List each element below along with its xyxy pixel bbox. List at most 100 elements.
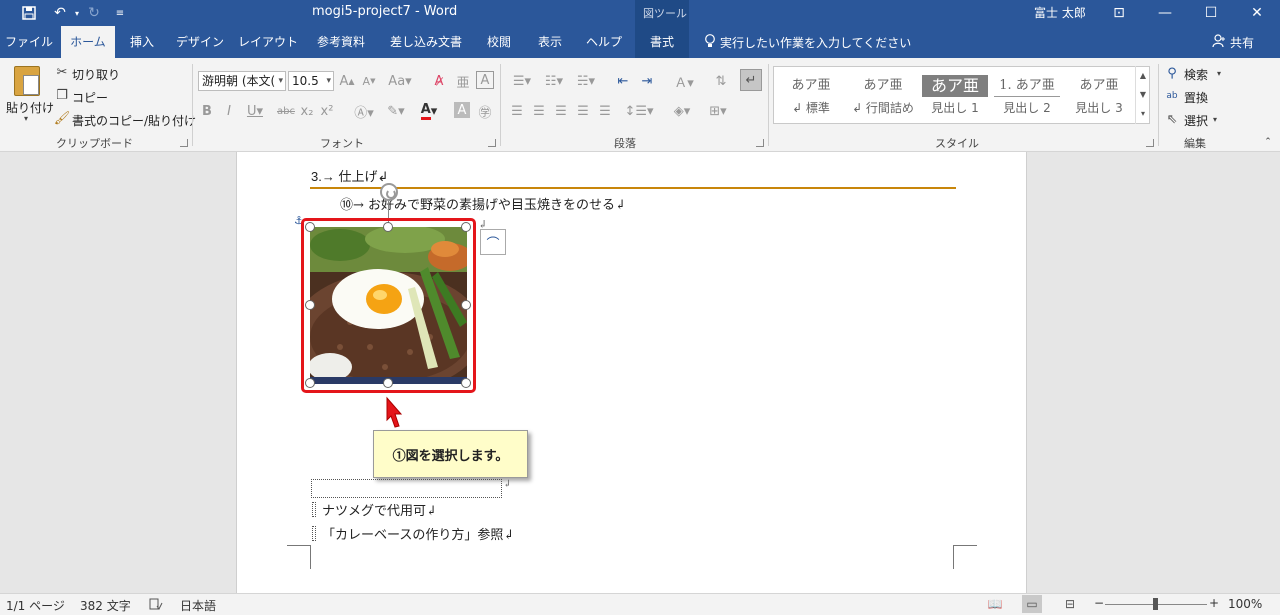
increase-indent-icon[interactable]: ⇥ <box>638 72 656 90</box>
italic-icon[interactable]: I <box>222 102 236 120</box>
superscript-icon[interactable]: x² <box>320 102 334 120</box>
undo-dropdown-icon[interactable]: ▾ <box>72 3 82 23</box>
style-normal[interactable]: あア亜 ↲ 標準 <box>778 71 844 121</box>
highlight-icon[interactable]: ✎▾ <box>382 102 410 120</box>
zoom-in-button[interactable]: + <box>1209 596 1219 610</box>
customize-qat-icon[interactable]: ≡ <box>112 3 128 23</box>
tab-help[interactable]: ヘルプ <box>578 26 630 58</box>
footnote-2[interactable]: 「カレーベースの作り方」参照↲ <box>322 524 514 543</box>
resize-handle-se[interactable] <box>461 378 471 388</box>
zoom-level[interactable]: 100% <box>1228 597 1262 611</box>
underline-icon[interactable]: U▾ <box>244 102 266 120</box>
chevron-down-icon[interactable]: ▼ <box>1136 85 1150 104</box>
share-button[interactable]: 共有 <box>1212 34 1254 51</box>
read-mode-icon[interactable]: 📖 <box>985 595 1005 613</box>
resize-handle-nw[interactable] <box>305 222 315 232</box>
align-left-icon[interactable]: ☰ <box>508 102 526 120</box>
save-icon[interactable] <box>18 3 40 23</box>
find-button[interactable]: 検索 <box>1184 66 1208 83</box>
food-photo[interactable] <box>310 227 467 384</box>
justify-icon[interactable]: ☰ <box>574 102 592 120</box>
close-button[interactable]: ✕ <box>1234 0 1280 26</box>
resize-handle-ne[interactable] <box>461 222 471 232</box>
tell-me-box[interactable]: 実行したい作業を入力してください <box>704 34 911 51</box>
character-shading-icon[interactable]: A <box>454 102 470 118</box>
clear-formatting-icon[interactable]: A̷ <box>430 72 448 90</box>
rotate-handle-icon[interactable] <box>380 183 398 201</box>
resize-handle-w[interactable] <box>305 300 315 310</box>
phonetic-guide-icon[interactable]: 亜 <box>454 72 472 91</box>
collapse-ribbon-icon[interactable]: ⌃ <box>1262 136 1274 148</box>
grow-font-icon[interactable]: A ▲ <box>338 72 356 90</box>
distributed-icon[interactable]: ☰ <box>596 102 614 120</box>
numbering-icon[interactable]: ☷▾ <box>540 72 568 90</box>
show-hide-marks-icon[interactable]: ↵ <box>740 69 762 91</box>
sort-icon[interactable]: ⇅ <box>712 72 730 90</box>
ribbon-display-options-button[interactable]: ⊡ <box>1096 0 1142 26</box>
character-border-icon[interactable]: A <box>476 71 494 89</box>
word-count[interactable]: 382 文字 <box>80 597 131 614</box>
paste-button[interactable]: 貼り付け <box>6 99 54 116</box>
styles-scroll[interactable]: ▲ ▼ ▾ <box>1135 66 1150 124</box>
redo-icon[interactable]: ↻ <box>84 3 104 23</box>
style-heading-3[interactable]: あア亜 見出し 3 <box>1066 71 1132 121</box>
chevron-up-icon[interactable]: ▲ <box>1136 66 1150 85</box>
tab-mailings[interactable]: 差し込み文書 <box>382 26 470 58</box>
enclose-characters-icon[interactable]: ㊫ <box>476 102 494 121</box>
resize-handle-e[interactable] <box>461 300 471 310</box>
minimize-button[interactable]: — <box>1142 0 1188 26</box>
footnote-1[interactable]: ナツメグで代用可↲ <box>322 500 437 519</box>
zoom-out-button[interactable]: − <box>1094 596 1104 610</box>
maximize-button[interactable]: ☐ <box>1188 0 1234 26</box>
select-dropdown-icon[interactable]: ▾ <box>1210 112 1220 126</box>
page-count[interactable]: 1/1 ページ <box>6 597 65 614</box>
find-dropdown-icon[interactable]: ▾ <box>1214 66 1224 80</box>
asian-layout-icon[interactable]: Ａ▾ <box>670 72 698 91</box>
styles-launcher-icon[interactable] <box>1146 139 1154 147</box>
shrink-font-icon[interactable]: A ▼ <box>360 72 378 90</box>
web-layout-icon[interactable]: ⊟ <box>1060 595 1080 613</box>
proofing-icon[interactable] <box>146 595 166 613</box>
paste-icon[interactable] <box>14 66 40 96</box>
zoom-slider-thumb[interactable] <box>1153 598 1158 610</box>
tab-insert[interactable]: 挿入 <box>118 26 166 58</box>
style-heading-1[interactable]: あア亜 見出し 1 <box>922 71 988 121</box>
align-right-icon[interactable]: ☰ <box>552 102 570 120</box>
style-no-spacing[interactable]: あア亜 ↲ 行間詰め <box>850 71 916 121</box>
borders-icon[interactable]: ⊞▾ <box>704 102 732 120</box>
layout-options-button[interactable]: ⌒ <box>480 229 506 255</box>
multilevel-list-icon[interactable]: ☵▾ <box>572 72 600 90</box>
bold-icon[interactable]: B <box>200 102 214 120</box>
align-center-icon[interactable]: ☰ <box>530 102 548 120</box>
line-spacing-icon[interactable]: ↕☰▾ <box>624 102 654 120</box>
change-case-icon[interactable]: Aa▾ <box>388 72 412 90</box>
undo-icon[interactable]: ↶ <box>48 3 72 23</box>
strikethrough-icon[interactable]: abc <box>276 102 296 120</box>
format-painter-button[interactable]: 書式のコピー/貼り付け <box>72 112 196 129</box>
subscript-icon[interactable]: x₂ <box>300 102 314 120</box>
section-heading[interactable]: 3.→ 仕上げ↲ <box>311 166 388 185</box>
font-launcher-icon[interactable] <box>488 139 496 147</box>
replace-button[interactable]: 置換 <box>1184 89 1208 106</box>
tab-references[interactable]: 参考資料 <box>306 26 376 58</box>
tab-home[interactable]: ホーム <box>61 26 115 58</box>
tab-picture-format[interactable]: 書式 <box>635 26 689 58</box>
paragraph-launcher-icon[interactable] <box>756 139 764 147</box>
font-color-icon[interactable]: A ▾ <box>418 101 440 121</box>
cut-button[interactable]: 切り取り <box>72 66 120 83</box>
language-indicator[interactable]: 日本語 <box>180 597 216 614</box>
paste-dropdown-icon[interactable]: ▾ <box>24 114 28 123</box>
bullets-icon[interactable]: ☰▾ <box>508 72 536 90</box>
select-button[interactable]: 選択 <box>1184 112 1208 129</box>
resize-handle-s[interactable] <box>383 378 393 388</box>
tab-view[interactable]: 表示 <box>528 26 572 58</box>
style-heading-2[interactable]: 1. あア亜 見出し 2 <box>994 71 1060 121</box>
clipboard-launcher-icon[interactable] <box>180 139 188 147</box>
font-name-combo[interactable]: 游明朝 (本文( ▾ <box>198 71 286 91</box>
resize-handle-n[interactable] <box>383 222 393 232</box>
text-effects-icon[interactable]: Ⓐ▾ <box>352 102 376 121</box>
print-layout-icon[interactable]: ▭ <box>1022 595 1042 613</box>
tab-design[interactable]: デザイン <box>170 26 230 58</box>
user-name[interactable]: 富士 太郎 <box>1034 4 1086 21</box>
copy-button[interactable]: コピー <box>72 89 108 106</box>
